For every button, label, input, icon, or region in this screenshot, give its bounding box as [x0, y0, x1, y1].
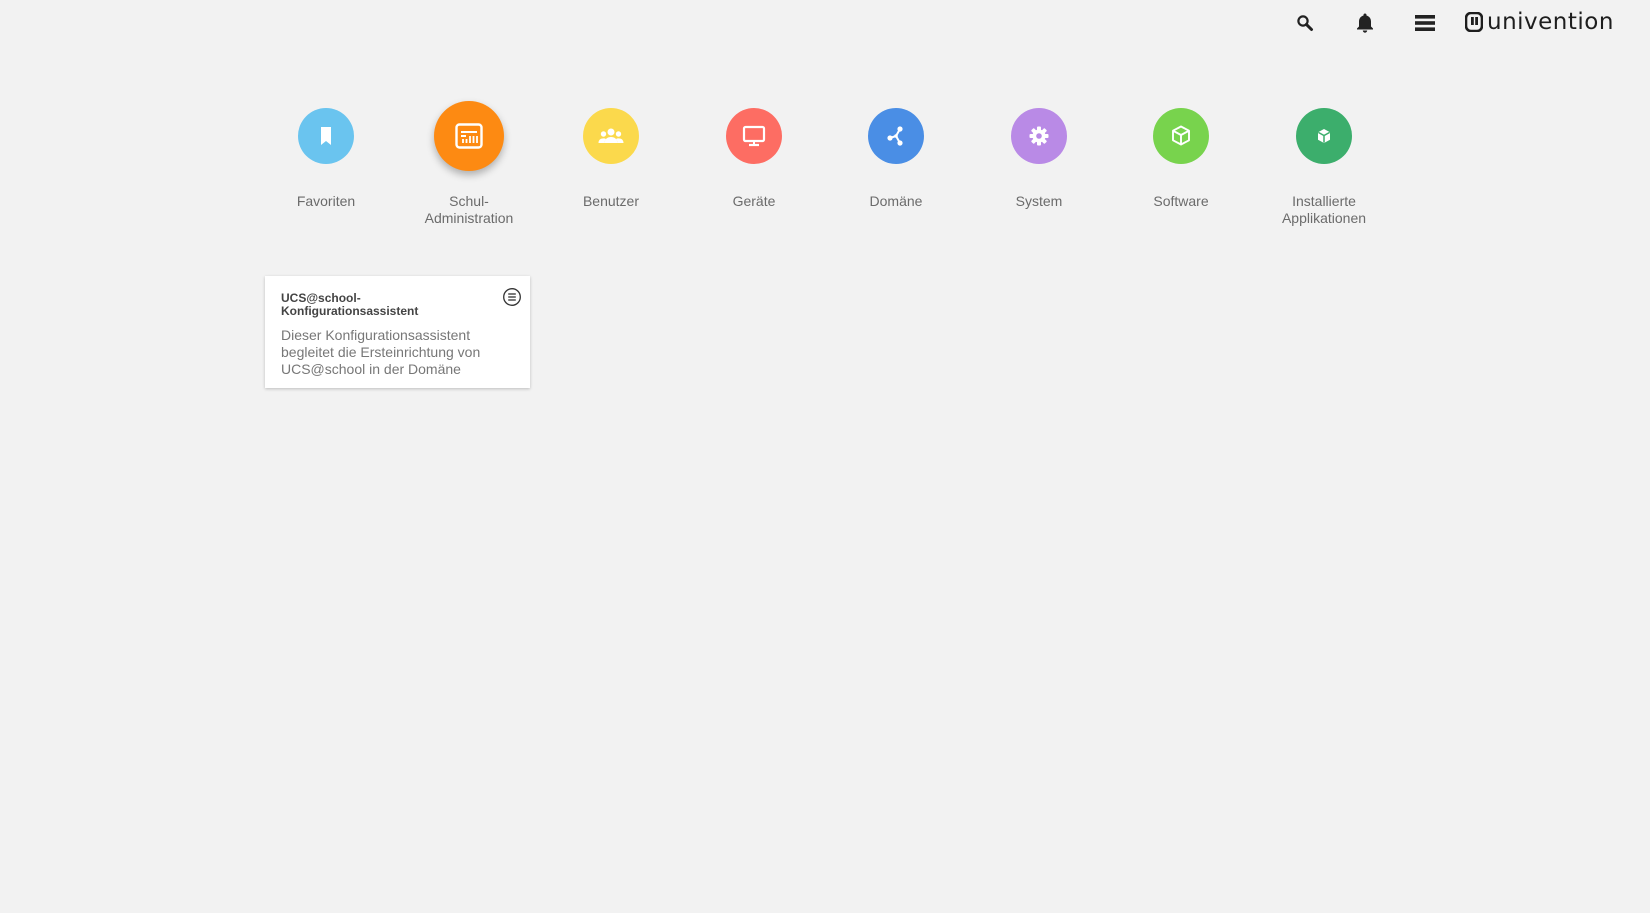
- users-icon: [598, 128, 624, 143]
- bookmark-icon: [321, 127, 331, 145]
- category-circle: [1153, 108, 1209, 164]
- monitor-icon: [742, 125, 766, 147]
- category-installierte-applikationen[interactable]: Installierte Applikationen: [1259, 98, 1389, 227]
- category-label: System: [1015, 193, 1063, 209]
- category-circle: [868, 108, 924, 164]
- top-bar: univention: [0, 0, 1650, 46]
- domain-icon: [887, 126, 903, 146]
- category-label: Benutzer: [582, 193, 640, 209]
- category-circle: [1296, 108, 1352, 164]
- category-system[interactable]: System: [974, 98, 1104, 210]
- module-tile-ucsschool-wizard[interactable]: UCS@school-Konfigurationsassistent Diese…: [265, 276, 530, 388]
- category-geraete[interactable]: Geräte: [689, 98, 819, 210]
- category-circle: [1011, 108, 1067, 164]
- category-favoriten[interactable]: Favoriten: [261, 98, 391, 210]
- univention-logo[interactable]: univention: [1465, 7, 1614, 37]
- category-schul-administration[interactable]: Schul- Administration: [404, 98, 534, 227]
- category-benutzer[interactable]: Benutzer: [546, 98, 676, 210]
- category-label: Software: [1153, 193, 1209, 209]
- gear-icon: [1029, 126, 1049, 146]
- category-bar: Favoriten Schul- Administration Benutzer…: [0, 98, 1650, 238]
- category-label: Geräte: [732, 193, 776, 209]
- category-label: Domäne: [869, 193, 923, 209]
- category-circle: [583, 108, 639, 164]
- tile-title: UCS@school-Konfigurationsassistent: [281, 291, 419, 318]
- category-circle: [298, 108, 354, 164]
- category-label: Schul- Administration: [424, 193, 514, 226]
- univention-logo-icon: [1465, 12, 1483, 32]
- box-icon: [1317, 129, 1331, 143]
- brand-name: univention: [1487, 9, 1614, 35]
- category-software[interactable]: Software: [1116, 98, 1246, 210]
- category-label: Favoriten: [296, 193, 356, 209]
- category-label: Installierte Applikationen: [1281, 193, 1367, 226]
- bell-icon[interactable]: [1352, 10, 1378, 36]
- tile-menu-icon[interactable]: [502, 287, 522, 307]
- tile-description: Dieser Konfigurationsassistent begleitet…: [281, 327, 481, 377]
- search-icon[interactable]: [1292, 10, 1318, 36]
- package-icon: [1172, 125, 1190, 146]
- category-circle: [434, 101, 504, 171]
- category-circle: [726, 108, 782, 164]
- menu-icon[interactable]: [1412, 10, 1438, 36]
- school-admin-icon: [455, 123, 483, 149]
- category-domaene[interactable]: Domäne: [831, 98, 961, 210]
